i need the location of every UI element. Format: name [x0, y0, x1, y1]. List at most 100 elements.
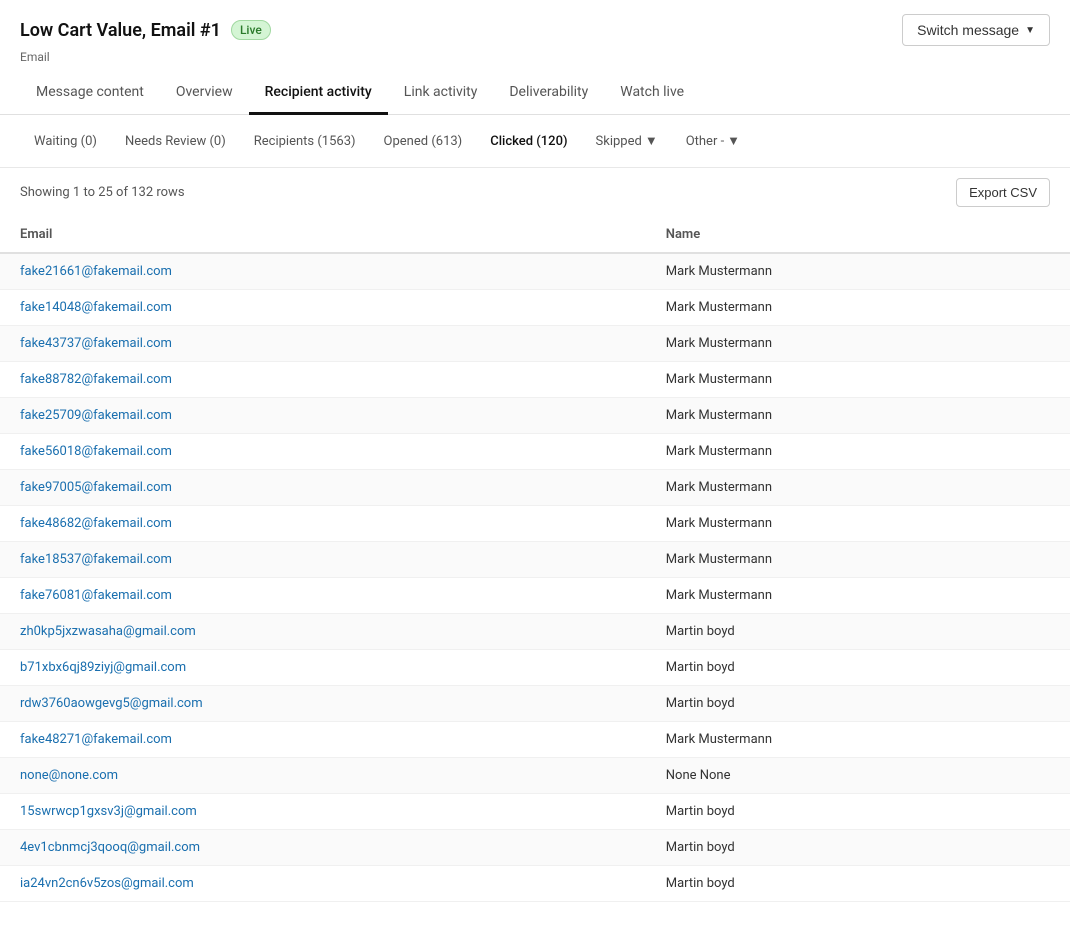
- subtab-other-label: Other -: [686, 134, 724, 149]
- email-link[interactable]: rdw3760aowgevg5@gmail.com: [20, 696, 203, 711]
- email-cell[interactable]: fake43737@fakemail.com: [0, 326, 646, 362]
- subtab-skipped-label: Skipped: [596, 134, 642, 149]
- table-row: none@none.com None None: [0, 758, 1070, 794]
- email-cell[interactable]: 15swrwcp1gxsv3j@gmail.com: [0, 794, 646, 830]
- email-cell[interactable]: fake18537@fakemail.com: [0, 542, 646, 578]
- recipient-table: Email Name fake21661@fakemail.com Mark Mu…: [0, 217, 1070, 902]
- name-cell: Mark Mustermann: [646, 253, 1070, 290]
- table-row: 15swrwcp1gxsv3j@gmail.com Martin boyd: [0, 794, 1070, 830]
- email-link[interactable]: fake56018@fakemail.com: [20, 444, 172, 459]
- switch-message-label: Switch message: [917, 22, 1019, 38]
- email-link[interactable]: fake43737@fakemail.com: [20, 336, 172, 351]
- name-cell: Martin boyd: [646, 794, 1070, 830]
- name-cell: Martin boyd: [646, 686, 1070, 722]
- email-link[interactable]: 15swrwcp1gxsv3j@gmail.com: [20, 804, 197, 819]
- subtitle: Email: [0, 50, 1070, 72]
- subtab-clicked[interactable]: Clicked (120): [476, 128, 581, 155]
- email-link[interactable]: fake48682@fakemail.com: [20, 516, 172, 531]
- email-link[interactable]: fake88782@fakemail.com: [20, 372, 172, 387]
- page-title: Low Cart Value, Email #1: [20, 20, 221, 41]
- table-row: fake97005@fakemail.com Mark Mustermann: [0, 470, 1070, 506]
- table-row: fake14048@fakemail.com Mark Mustermann: [0, 290, 1070, 326]
- email-cell[interactable]: fake48271@fakemail.com: [0, 722, 646, 758]
- name-cell: Martin boyd: [646, 614, 1070, 650]
- email-cell[interactable]: zh0kp5jxzwasaha@gmail.com: [0, 614, 646, 650]
- chevron-down-icon: ▼: [1025, 25, 1035, 36]
- tab-link-activity[interactable]: Link activity: [388, 72, 494, 115]
- email-link[interactable]: ia24vn2cn6v5zos@gmail.com: [20, 876, 194, 891]
- email-cell[interactable]: fake76081@fakemail.com: [0, 578, 646, 614]
- subtab-needs-review[interactable]: Needs Review (0): [111, 128, 240, 155]
- email-link[interactable]: fake21661@fakemail.com: [20, 264, 172, 279]
- table-row: fake48682@fakemail.com Mark Mustermann: [0, 506, 1070, 542]
- name-cell: Martin boyd: [646, 830, 1070, 866]
- name-cell: Mark Mustermann: [646, 398, 1070, 434]
- name-cell: Mark Mustermann: [646, 290, 1070, 326]
- showing-text: Showing 1 to 25 of 132 rows: [20, 185, 185, 200]
- name-cell: Mark Mustermann: [646, 434, 1070, 470]
- email-link[interactable]: b71xbx6qj89ziyj@gmail.com: [20, 660, 186, 675]
- email-cell[interactable]: fake56018@fakemail.com: [0, 434, 646, 470]
- main-nav: Message content Overview Recipient activ…: [0, 72, 1070, 115]
- col-email-header: Email: [0, 217, 646, 253]
- name-cell: Mark Mustermann: [646, 542, 1070, 578]
- table-row: rdw3760aowgevg5@gmail.com Martin boyd: [0, 686, 1070, 722]
- name-cell: Mark Mustermann: [646, 506, 1070, 542]
- email-cell[interactable]: fake97005@fakemail.com: [0, 470, 646, 506]
- table-row: 4ev1cbnmcj3qooq@gmail.com Martin boyd: [0, 830, 1070, 866]
- email-cell[interactable]: rdw3760aowgevg5@gmail.com: [0, 686, 646, 722]
- table-row: fake48271@fakemail.com Mark Mustermann: [0, 722, 1070, 758]
- subtab-other[interactable]: Other - ▼: [672, 127, 754, 155]
- name-cell: Martin boyd: [646, 866, 1070, 902]
- email-link[interactable]: fake76081@fakemail.com: [20, 588, 172, 603]
- email-cell[interactable]: ia24vn2cn6v5zos@gmail.com: [0, 866, 646, 902]
- email-cell[interactable]: fake48682@fakemail.com: [0, 506, 646, 542]
- col-name-header: Name: [646, 217, 1070, 253]
- email-link[interactable]: fake25709@fakemail.com: [20, 408, 172, 423]
- name-cell: Mark Mustermann: [646, 578, 1070, 614]
- table-row: fake88782@fakemail.com Mark Mustermann: [0, 362, 1070, 398]
- table-row: fake43737@fakemail.com Mark Mustermann: [0, 326, 1070, 362]
- table-row: ia24vn2cn6v5zos@gmail.com Martin boyd: [0, 866, 1070, 902]
- tab-overview[interactable]: Overview: [160, 72, 249, 115]
- email-link[interactable]: fake97005@fakemail.com: [20, 480, 172, 495]
- email-cell[interactable]: fake88782@fakemail.com: [0, 362, 646, 398]
- subtab-opened[interactable]: Opened (613): [370, 128, 477, 155]
- subtab-skipped[interactable]: Skipped ▼: [582, 127, 672, 155]
- name-cell: Mark Mustermann: [646, 362, 1070, 398]
- tab-deliverability[interactable]: Deliverability: [493, 72, 604, 115]
- name-cell: Mark Mustermann: [646, 470, 1070, 506]
- name-cell: Mark Mustermann: [646, 326, 1070, 362]
- email-cell[interactable]: b71xbx6qj89ziyj@gmail.com: [0, 650, 646, 686]
- email-link[interactable]: none@none.com: [20, 768, 118, 783]
- name-cell: None None: [646, 758, 1070, 794]
- email-cell[interactable]: none@none.com: [0, 758, 646, 794]
- email-link[interactable]: fake18537@fakemail.com: [20, 552, 172, 567]
- chevron-down-other-icon: ▼: [727, 133, 740, 149]
- email-cell[interactable]: fake25709@fakemail.com: [0, 398, 646, 434]
- email-cell[interactable]: fake14048@fakemail.com: [0, 290, 646, 326]
- name-cell: Mark Mustermann: [646, 722, 1070, 758]
- live-badge: Live: [231, 20, 271, 40]
- table-row: fake76081@fakemail.com Mark Mustermann: [0, 578, 1070, 614]
- tab-message-content[interactable]: Message content: [20, 72, 160, 115]
- subtab-recipients[interactable]: Recipients (1563): [240, 128, 370, 155]
- chevron-down-skipped-icon: ▼: [645, 133, 658, 149]
- sub-tabs-bar: Waiting (0) Needs Review (0) Recipients …: [0, 115, 1070, 168]
- table-row: fake21661@fakemail.com Mark Mustermann: [0, 253, 1070, 290]
- email-link[interactable]: 4ev1cbnmcj3qooq@gmail.com: [20, 840, 200, 855]
- email-link[interactable]: fake48271@fakemail.com: [20, 732, 172, 747]
- tab-recipient-activity[interactable]: Recipient activity: [249, 72, 388, 115]
- table-row: fake25709@fakemail.com Mark Mustermann: [0, 398, 1070, 434]
- export-csv-button[interactable]: Export CSV: [956, 178, 1050, 207]
- email-cell[interactable]: 4ev1cbnmcj3qooq@gmail.com: [0, 830, 646, 866]
- table-row: fake56018@fakemail.com Mark Mustermann: [0, 434, 1070, 470]
- table-row: fake18537@fakemail.com Mark Mustermann: [0, 542, 1070, 578]
- email-cell[interactable]: fake21661@fakemail.com: [0, 253, 646, 290]
- switch-message-button[interactable]: Switch message ▼: [902, 14, 1050, 46]
- tab-watch-live[interactable]: Watch live: [604, 72, 700, 115]
- email-link[interactable]: zh0kp5jxzwasaha@gmail.com: [20, 624, 196, 639]
- table-row: b71xbx6qj89ziyj@gmail.comMartin boyd: [0, 650, 1070, 686]
- email-link[interactable]: fake14048@fakemail.com: [20, 300, 172, 315]
- subtab-waiting[interactable]: Waiting (0): [20, 128, 111, 155]
